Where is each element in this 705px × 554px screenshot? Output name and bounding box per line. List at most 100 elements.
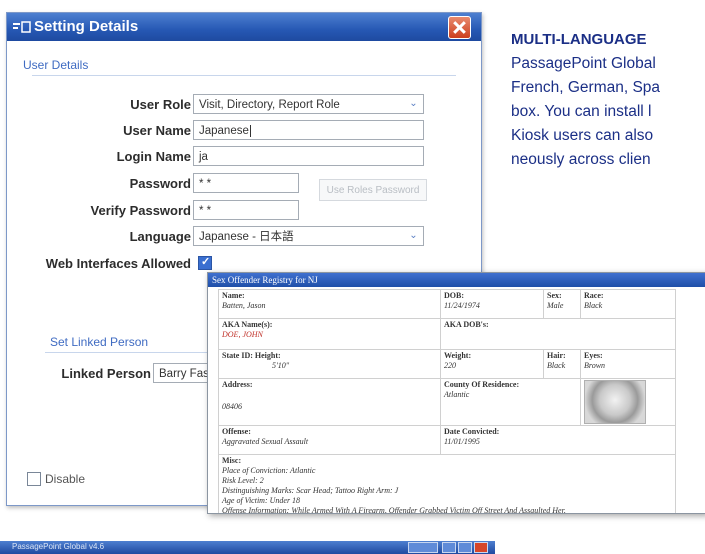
user-role-label: User Role <box>130 97 191 112</box>
aka-dob-label: AKA DOB's: <box>444 320 489 329</box>
title-bar[interactable]: Setting Details <box>7 13 481 41</box>
taskbar-title: PassagePoint Global v4.6 <box>12 542 105 551</box>
verify-password-label: Verify Password <box>90 203 191 218</box>
registry-cell: Sex: Male <box>543 289 581 319</box>
misc-line: Risk Level: 2 <box>222 476 264 485</box>
user-details-section-label: User Details <box>23 58 89 72</box>
race-value: Black <box>584 301 603 310</box>
language-select[interactable]: Japanese - 日本語 ⌄ <box>193 226 424 246</box>
name-label: Name: <box>222 291 245 300</box>
registry-cell: County Of Residence: Atlantic <box>440 378 581 426</box>
user-name-value: Japanese <box>199 125 249 137</box>
user-role-value: Visit, Directory, Report Role <box>199 99 340 111</box>
registry-table: Name: Batten, Jason DOB: 11/24/1974 Sex:… <box>218 289 676 514</box>
registry-cell: Hair: Black <box>543 349 581 379</box>
dob-value: 11/24/1974 <box>444 301 480 310</box>
language-label: Language <box>129 229 191 244</box>
minimize-button[interactable] <box>442 542 456 553</box>
web-interfaces-checkbox[interactable] <box>198 255 212 270</box>
height-value: 5'10" <box>272 361 290 370</box>
registry-cell: AKA Name(s): DOE, JOHN <box>218 318 441 350</box>
verify-password-field[interactable]: * * <box>193 200 299 220</box>
divider <box>45 352 215 353</box>
dob-label: DOB: <box>444 291 464 300</box>
window-title: Setting Details <box>34 18 139 35</box>
password-value: * * <box>199 178 212 190</box>
name-value: Batten, Jason <box>222 301 266 310</box>
aka-value: DOE, JOHN <box>222 330 263 339</box>
misc-line: Distinguishing Marks: Scar Head; Tattoo … <box>222 486 399 495</box>
divider <box>32 75 456 76</box>
misc-line: Age of Victim: Under 18 <box>222 496 301 505</box>
linked-person-label: Linked Person <box>61 366 151 381</box>
registry-cell: Date Convicted: 11/01/1995 <box>440 425 676 455</box>
county-label: County Of Residence: <box>444 380 520 389</box>
offender-photo <box>584 380 646 424</box>
weight-value: 220 <box>444 361 456 370</box>
date-convicted-value: 11/01/1995 <box>444 437 480 446</box>
window-app-icon <box>13 21 31 33</box>
state-id-label: State ID: Height: <box>222 351 281 360</box>
article-heading: MULTI-LANGUAGE <box>511 31 647 48</box>
registry-cell: State ID: Height: 5'10" <box>218 349 441 379</box>
registry-cell: Name: Batten, Jason <box>218 289 441 319</box>
registry-panel: Sex Offender Registry for NJ Name: Batte… <box>207 272 705 514</box>
article-line: French, German, Spa <box>511 79 661 96</box>
user-name-field[interactable]: Japanese <box>193 120 424 140</box>
password-label: Password <box>129 176 191 191</box>
offense-label: Offense: <box>222 427 251 436</box>
close-button[interactable] <box>474 542 488 553</box>
verify-password-value: * * <box>199 205 212 217</box>
registry-cell: AKA DOB's: <box>440 318 676 350</box>
article-text: MULTI-LANGUAGE PassagePoint Global Frenc… <box>511 28 705 172</box>
eyes-value: Brown <box>584 361 606 370</box>
registry-cell: Offense: Aggravated Sexual Assault <box>218 425 441 455</box>
registry-cell: DOB: 11/24/1974 <box>440 289 544 319</box>
article-line: PassagePoint Global <box>511 55 656 72</box>
disable-label: Disable <box>45 472 86 486</box>
user-name-label: User Name <box>123 123 191 138</box>
hair-label: Hair: <box>547 351 566 360</box>
password-field[interactable]: * * <box>193 173 299 193</box>
race-label: Race: <box>584 291 604 300</box>
aka-label: AKA Name(s): <box>222 320 273 329</box>
article-line: Kiosk users can also <box>511 127 654 144</box>
article-line: neously across clien <box>511 151 651 168</box>
registry-cell <box>580 378 676 426</box>
date-convicted-label: Date Convicted: <box>444 427 500 436</box>
registry-cell: Weight: 220 <box>440 349 544 379</box>
registry-title: Sex Offender Registry for NJ <box>208 273 705 287</box>
address-label: Address: <box>222 380 253 389</box>
maximize-button[interactable] <box>458 542 472 553</box>
language-value: Japanese - 日本語 <box>199 231 294 243</box>
offense-value: Aggravated Sexual Assault <box>222 437 309 446</box>
county-value: Atlantic <box>444 390 470 399</box>
chevron-down-icon[interactable]: ⌄ <box>407 98 420 110</box>
web-interfaces-label: Web Interfaces Allowed <box>45 256 191 271</box>
eyes-label: Eyes: <box>584 351 603 360</box>
sex-value: Male <box>547 301 564 310</box>
weight-label: Weight: <box>444 351 472 360</box>
close-button[interactable] <box>448 16 471 39</box>
taskbar-button[interactable] <box>408 542 438 553</box>
registry-cell: Misc: Place of Conviction: Atlantic Risk… <box>218 454 676 514</box>
user-role-select[interactable]: Visit, Directory, Report Role ⌄ <box>193 94 424 114</box>
taskbar-strip: PassagePoint Global v4.6 <box>0 541 495 554</box>
misc-line: Place of Conviction: Atlantic <box>222 466 316 475</box>
article-line: box. You can install l <box>511 103 652 120</box>
misc-label: Misc: <box>222 456 242 465</box>
login-name-value: ja <box>199 151 208 163</box>
linked-person-section-label: Set Linked Person <box>50 335 149 349</box>
hair-value: Black <box>547 361 566 370</box>
registry-cell: Eyes: Brown <box>580 349 676 379</box>
disable-checkbox[interactable] <box>27 472 41 486</box>
sex-label: Sex: <box>547 291 562 300</box>
registry-cell: Race: Black <box>580 289 676 319</box>
login-name-field[interactable]: ja <box>193 146 424 166</box>
registry-cell: Address: 08406 <box>218 378 441 426</box>
text-cursor <box>249 125 251 137</box>
misc-line: Offense Information: While Armed With A … <box>222 506 566 514</box>
use-roles-password-button[interactable]: Use Roles Password <box>319 179 427 201</box>
address-value: 08406 <box>222 402 242 411</box>
chevron-down-icon[interactable]: ⌄ <box>407 230 420 242</box>
